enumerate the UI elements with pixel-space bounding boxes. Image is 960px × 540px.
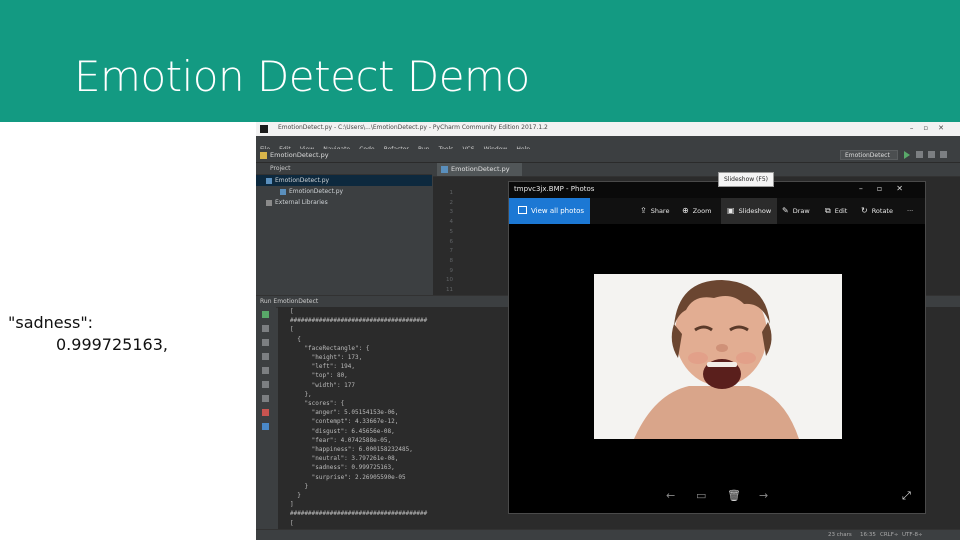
stop-icon[interactable]: [928, 151, 935, 158]
console-output: [ ######################################…: [290, 308, 428, 540]
sadness-value: 0.999725163,: [56, 335, 168, 354]
previous-arrow-icon[interactable]: ←: [666, 489, 675, 502]
python-file-icon: [280, 188, 286, 195]
photos-window: tmpvc3jx.BMP - Photos –▫✕ View all photo…: [508, 181, 926, 514]
status-chars: 23 chars: [828, 532, 852, 538]
slideshow-label: Slideshow: [738, 207, 772, 215]
rotate-label: Rotate: [871, 207, 893, 215]
scroll-to-end-icon[interactable]: [262, 353, 269, 360]
slideshow-button[interactable]: ▣ Slideshow: [721, 198, 778, 224]
tree-item-label: EmotionDetect.py: [275, 177, 330, 184]
pycharm-logo-icon: [260, 125, 268, 133]
line-number: 10: [446, 277, 453, 284]
draw-icon: ✎: [782, 206, 789, 215]
more-options-button[interactable]: ···: [907, 198, 913, 224]
next-arrow-icon[interactable]: →: [759, 489, 768, 502]
line-number: 1: [449, 190, 454, 196]
tree-item-label: External Libraries: [275, 199, 328, 206]
zoom-label: Zoom: [692, 207, 712, 215]
tree-item[interactable]: EmotionDetect.py: [256, 186, 432, 197]
photos-toolbar: View all photos ⇪ Share ⊕ Zoom ▣ Slideshow …: [509, 198, 925, 224]
draw-button[interactable]: ✎ Draw: [782, 198, 810, 224]
view-all-photos-label: View all photos: [531, 207, 585, 215]
soft-wrap-icon[interactable]: [262, 381, 269, 388]
share-icon: ⇪: [640, 206, 647, 215]
crying-child-photo: [594, 274, 842, 439]
slideshow-tooltip: Slideshow (F5): [718, 172, 775, 187]
ide-menu-bar: File Edit View Navigate Code Refactor Ru…: [256, 136, 960, 153]
pause-icon[interactable]: [262, 339, 269, 346]
run-panel-label[interactable]: Run EmotionDetect: [260, 298, 318, 305]
rotate-button[interactable]: ↻ Rotate: [861, 198, 893, 224]
line-numbers: 1 2 3 4 5 6 7 8 9 10 11: [433, 189, 453, 296]
close-icon[interactable]: [262, 409, 269, 416]
displayed-photo: [594, 274, 842, 439]
navigation-bar: EmotionDetect.py EmotionDetect: [256, 149, 960, 163]
window-controls[interactable]: –▫✕: [859, 184, 917, 193]
edit-icon: ⧉: [825, 206, 831, 215]
slideshow-icon: ▣: [727, 206, 735, 215]
film-strip-icon[interactable]: ▭: [696, 489, 706, 502]
photos-title-bar: tmpvc3jx.BMP - Photos –▫✕: [509, 182, 925, 198]
sadness-key: "sadness":: [8, 313, 94, 332]
status-bar: 23 chars 16:35 CRLF÷ UTF-8÷: [256, 529, 960, 540]
line-number: 9: [449, 267, 454, 274]
ide-title-bar: EmotionDetect.py - C:\Users\...\EmotionD…: [256, 122, 960, 137]
run-toolbar: [256, 307, 276, 529]
share-button[interactable]: ⇪ Share: [640, 198, 669, 224]
window-controls[interactable]: –▫✕: [910, 124, 954, 132]
python-file-icon: [260, 152, 267, 159]
line-number: 7: [449, 248, 454, 255]
search-everywhere-icon[interactable]: [940, 151, 947, 158]
slide-title: Emotion Detect Demo: [74, 52, 530, 101]
python-file-icon: [266, 177, 272, 184]
photo-album-icon: [518, 206, 527, 214]
editor-tab[interactable]: EmotionDetect.py: [437, 163, 522, 176]
ide-window-title: EmotionDetect.py - C:\Users\...\EmotionD…: [278, 124, 548, 131]
delete-icon[interactable]: 🗑: [727, 489, 741, 502]
project-panel-header: Project: [256, 163, 432, 175]
photos-window-title: tmpvc3jx.BMP - Photos: [514, 185, 595, 193]
help-icon[interactable]: [262, 423, 269, 430]
status-position[interactable]: 16:35: [860, 530, 876, 540]
stop-icon[interactable]: [262, 325, 269, 332]
line-number: 3: [449, 209, 454, 216]
run-config-select[interactable]: EmotionDetect: [840, 150, 898, 160]
run-icon[interactable]: [904, 151, 910, 159]
edit-button[interactable]: ⧉ Edit: [825, 198, 847, 224]
editor-tab-label: EmotionDetect.py: [451, 165, 510, 173]
debug-icon[interactable]: [916, 151, 923, 158]
project-tree: EmotionDetect.py EmotionDetect.py Extern…: [256, 175, 432, 295]
line-number: 8: [449, 257, 454, 264]
status-encoding[interactable]: UTF-8÷: [902, 530, 923, 540]
library-icon: [266, 199, 272, 206]
rotate-icon: ↻: [861, 206, 868, 215]
rerun-icon[interactable]: [262, 311, 269, 318]
editor-tab-bar: EmotionDetect.py: [433, 163, 960, 177]
share-label: Share: [650, 207, 670, 215]
tree-item-label: EmotionDetect.py: [289, 188, 344, 195]
draw-label: Draw: [792, 207, 810, 215]
zoom-icon: ⊕: [682, 206, 689, 215]
view-all-photos-button[interactable]: View all photos: [509, 198, 590, 224]
edit-label: Edit: [834, 207, 848, 215]
sadness-callout: "sadness": 0.999725163,: [8, 312, 168, 356]
clear-icon[interactable]: [262, 395, 269, 402]
status-line-separator[interactable]: CRLF÷: [880, 530, 899, 540]
zoom-button[interactable]: ⊕ Zoom: [682, 198, 711, 224]
breadcrumb[interactable]: EmotionDetect.py: [270, 151, 329, 159]
python-file-icon: [441, 166, 448, 173]
tree-item[interactable]: EmotionDetect.py: [256, 175, 432, 186]
print-icon[interactable]: [262, 367, 269, 374]
project-panel-label[interactable]: Project: [270, 165, 291, 172]
line-number: 2: [449, 199, 454, 206]
line-number: 5: [449, 228, 454, 235]
tree-item[interactable]: External Libraries: [256, 197, 432, 208]
fullscreen-icon[interactable]: ⤢: [902, 489, 911, 503]
line-number: 4: [449, 219, 454, 226]
line-number: 6: [449, 238, 454, 245]
